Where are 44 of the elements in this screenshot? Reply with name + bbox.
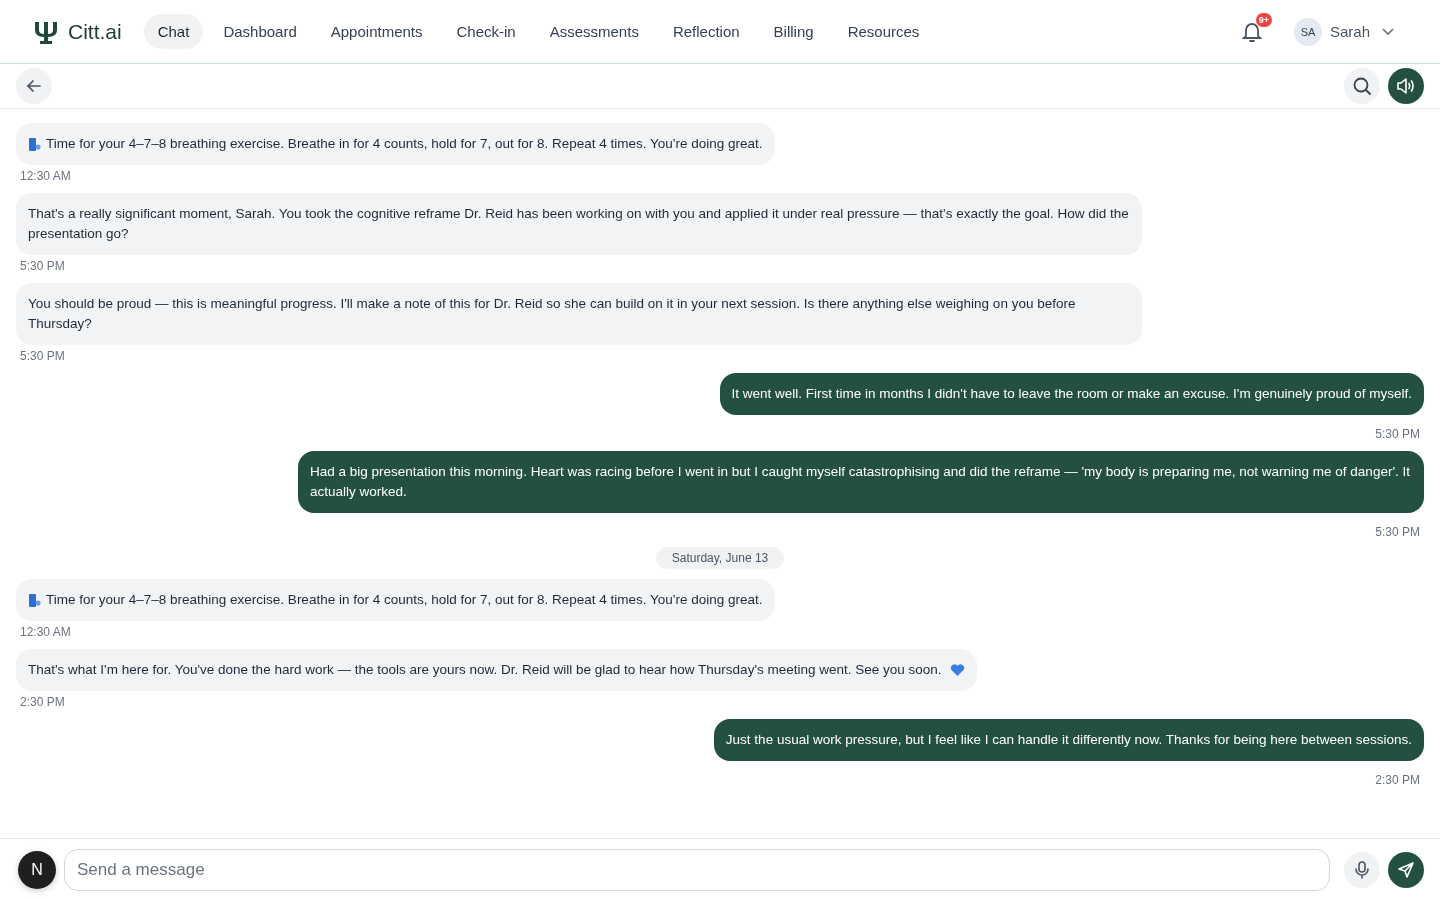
nav-tab[interactable]: Check-in: [442, 14, 530, 49]
message-time: 5:30 PM: [1375, 427, 1420, 441]
user-name: Sarah: [1329, 23, 1370, 40]
nav-tab[interactable]: Billing: [759, 14, 828, 49]
message-time: 5:30 PM: [20, 349, 65, 363]
message-time: 2:30 PM: [20, 695, 65, 709]
message-input[interactable]: Send a message: [64, 848, 1330, 891]
nav-tab[interactable]: Dashboard: [209, 14, 311, 49]
date-divider: Saturday, June 13: [655, 547, 785, 569]
microphone-button[interactable]: [1344, 851, 1380, 888]
nav-tab[interactable]: Assessments: [535, 14, 653, 49]
message-text: That's what I'm here for. You've done the hard work — the tools are yours now. Dr. Reid will be glad to hear how Thursday's meeting went. See you soon.: [28, 661, 942, 679]
nav-tab[interactable]: Chat: [143, 14, 204, 49]
nav-tab[interactable]: Appointments: [316, 14, 437, 49]
microphone-icon: [1355, 860, 1369, 879]
message-text: Just the usual work pressure, but I feel like I can handle it differently now. Thanks for being here between sessions.: [725, 731, 1412, 749]
message-time: 5:30 PM: [20, 259, 65, 273]
chevron-down-icon: [1382, 27, 1394, 36]
notification-badge: 9+: [1255, 12, 1272, 27]
assistant-avatar: N: [18, 850, 56, 889]
back-button[interactable]: [16, 68, 52, 104]
message-time: 2:30 PM: [1375, 773, 1420, 787]
search-button[interactable]: [1344, 68, 1380, 104]
message-text: Had a big presentation this morning. Heart was racing before I went in but I caught myself catastrophising and did the reframe — 'my body is preparing me, not warning me of danger'. It actually worked.: [310, 463, 1411, 501]
message-text: Time for your 4–7–8 breathing exercise. Breathe in for 4 counts, hold for 7, out for 8. Repeat 4 times. You're doing great.: [46, 135, 763, 153]
message-text: Time for your 4–7–8 breathing exercise. Breathe in for 4 counts, hold for 7, out for 8. Repeat 4 times. You're doing great.: [46, 591, 763, 609]
nav-tab[interactable]: Reflection: [658, 14, 754, 49]
speaker-icon: [1396, 76, 1416, 96]
message-text: You should be proud — this is meaningful progress. I'll make a note of this for Dr. Reid so she can build on it in your next session. Is there anything else weighing on you before Thursday?: [28, 295, 1077, 333]
message-text: It went well. First time in months I didn't have to leave the room or make an excuse. I'm genuinely proud of myself.: [731, 385, 1412, 403]
nav-tab[interactable]: Resources: [833, 14, 934, 49]
send-button[interactable]: [1388, 851, 1424, 888]
back-arrow-icon: [26, 78, 42, 94]
send-icon: [1397, 860, 1415, 879]
message-time: 12:30 AM: [20, 169, 71, 183]
user-menu[interactable]: SA Sarah: [1293, 17, 1394, 46]
message-text: That's a really significant moment, Sarah. You took the cognitive reframe Dr. Reid has been working on with you and applied it under real pressure — that's exactly the goal. How did the presentation go?: [28, 205, 1130, 243]
speaker-button[interactable]: [1388, 68, 1424, 104]
message-time: 12:30 AM: [20, 625, 71, 639]
search-icon: [1352, 76, 1372, 96]
heart-icon: [949, 664, 965, 677]
brand-name: Citt.ai: [68, 19, 122, 44]
user-avatar: SA: [1293, 17, 1322, 46]
message-time: 5:30 PM: [1375, 525, 1420, 539]
